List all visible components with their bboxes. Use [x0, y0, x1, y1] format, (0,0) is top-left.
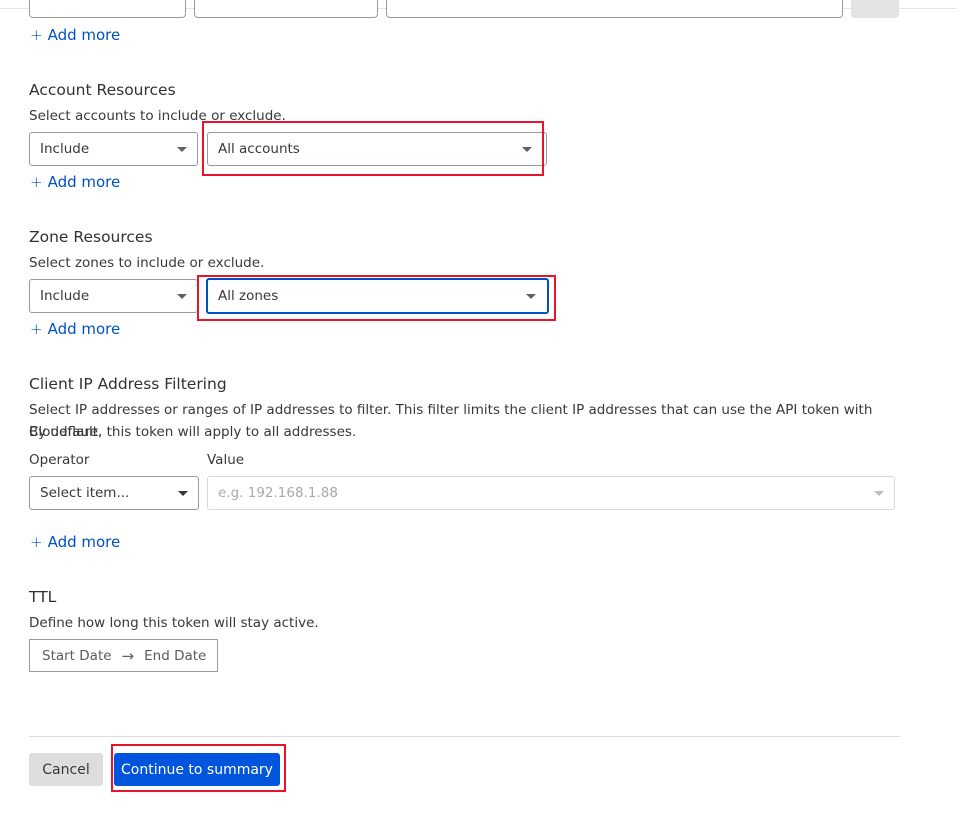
caret-down-icon	[522, 147, 532, 152]
caret-down-icon	[177, 294, 187, 299]
caret-down-icon	[177, 147, 187, 152]
ttl-date-range-picker[interactable]: Start Date → End Date	[29, 639, 218, 672]
zone-resources-title: Zone Resources	[29, 228, 153, 246]
operator-label: Operator	[29, 452, 90, 468]
ip-filtering-description-line2: By default, this token will apply to all…	[29, 424, 357, 440]
previous-permission-select[interactable]	[29, 0, 186, 18]
add-more-permissions-link[interactable]: + Add more	[30, 26, 120, 44]
plus-icon: +	[30, 533, 43, 551]
ttl-description: Define how long this token will stay act…	[29, 615, 319, 631]
operator-select[interactable]: Select item...	[29, 476, 199, 510]
zone-include-select[interactable]: Include	[29, 279, 198, 313]
account-resources-description: Select accounts to include or exclude.	[29, 108, 286, 124]
ip-value-input[interactable]: e.g. 192.168.1.88	[207, 476, 895, 510]
add-more-ip-link[interactable]: + Add more	[30, 533, 120, 551]
ttl-title: TTL	[29, 588, 57, 606]
end-date-input[interactable]: End Date	[144, 648, 206, 664]
caret-down-icon	[178, 491, 188, 496]
plus-icon: +	[30, 320, 43, 338]
previous-remove-button[interactable]	[851, 0, 899, 18]
previous-permission-level-select[interactable]	[386, 0, 843, 18]
account-resources-title: Account Resources	[29, 81, 176, 99]
cancel-button[interactable]: Cancel	[29, 753, 103, 786]
caret-down-icon	[526, 294, 536, 299]
add-more-accounts-link[interactable]: + Add more	[30, 173, 120, 191]
arrow-right-icon: →	[121, 646, 135, 665]
value-label: Value	[207, 452, 245, 468]
plus-icon: +	[30, 173, 43, 191]
ip-filtering-title: Client IP Address Filtering	[29, 375, 227, 393]
previous-resource-select[interactable]	[194, 0, 378, 18]
plus-icon: +	[30, 26, 43, 44]
footer-divider	[29, 736, 900, 737]
zone-select[interactable]: All zones	[206, 278, 549, 314]
account-include-select[interactable]: Include	[29, 132, 198, 166]
caret-down-icon	[874, 491, 884, 496]
add-more-zones-link[interactable]: + Add more	[30, 320, 120, 338]
zone-resources-description: Select zones to include or exclude.	[29, 255, 265, 271]
account-select[interactable]: All accounts	[207, 132, 547, 166]
continue-to-summary-button[interactable]: Continue to summary	[114, 753, 280, 786]
start-date-input[interactable]: Start Date	[42, 648, 112, 664]
